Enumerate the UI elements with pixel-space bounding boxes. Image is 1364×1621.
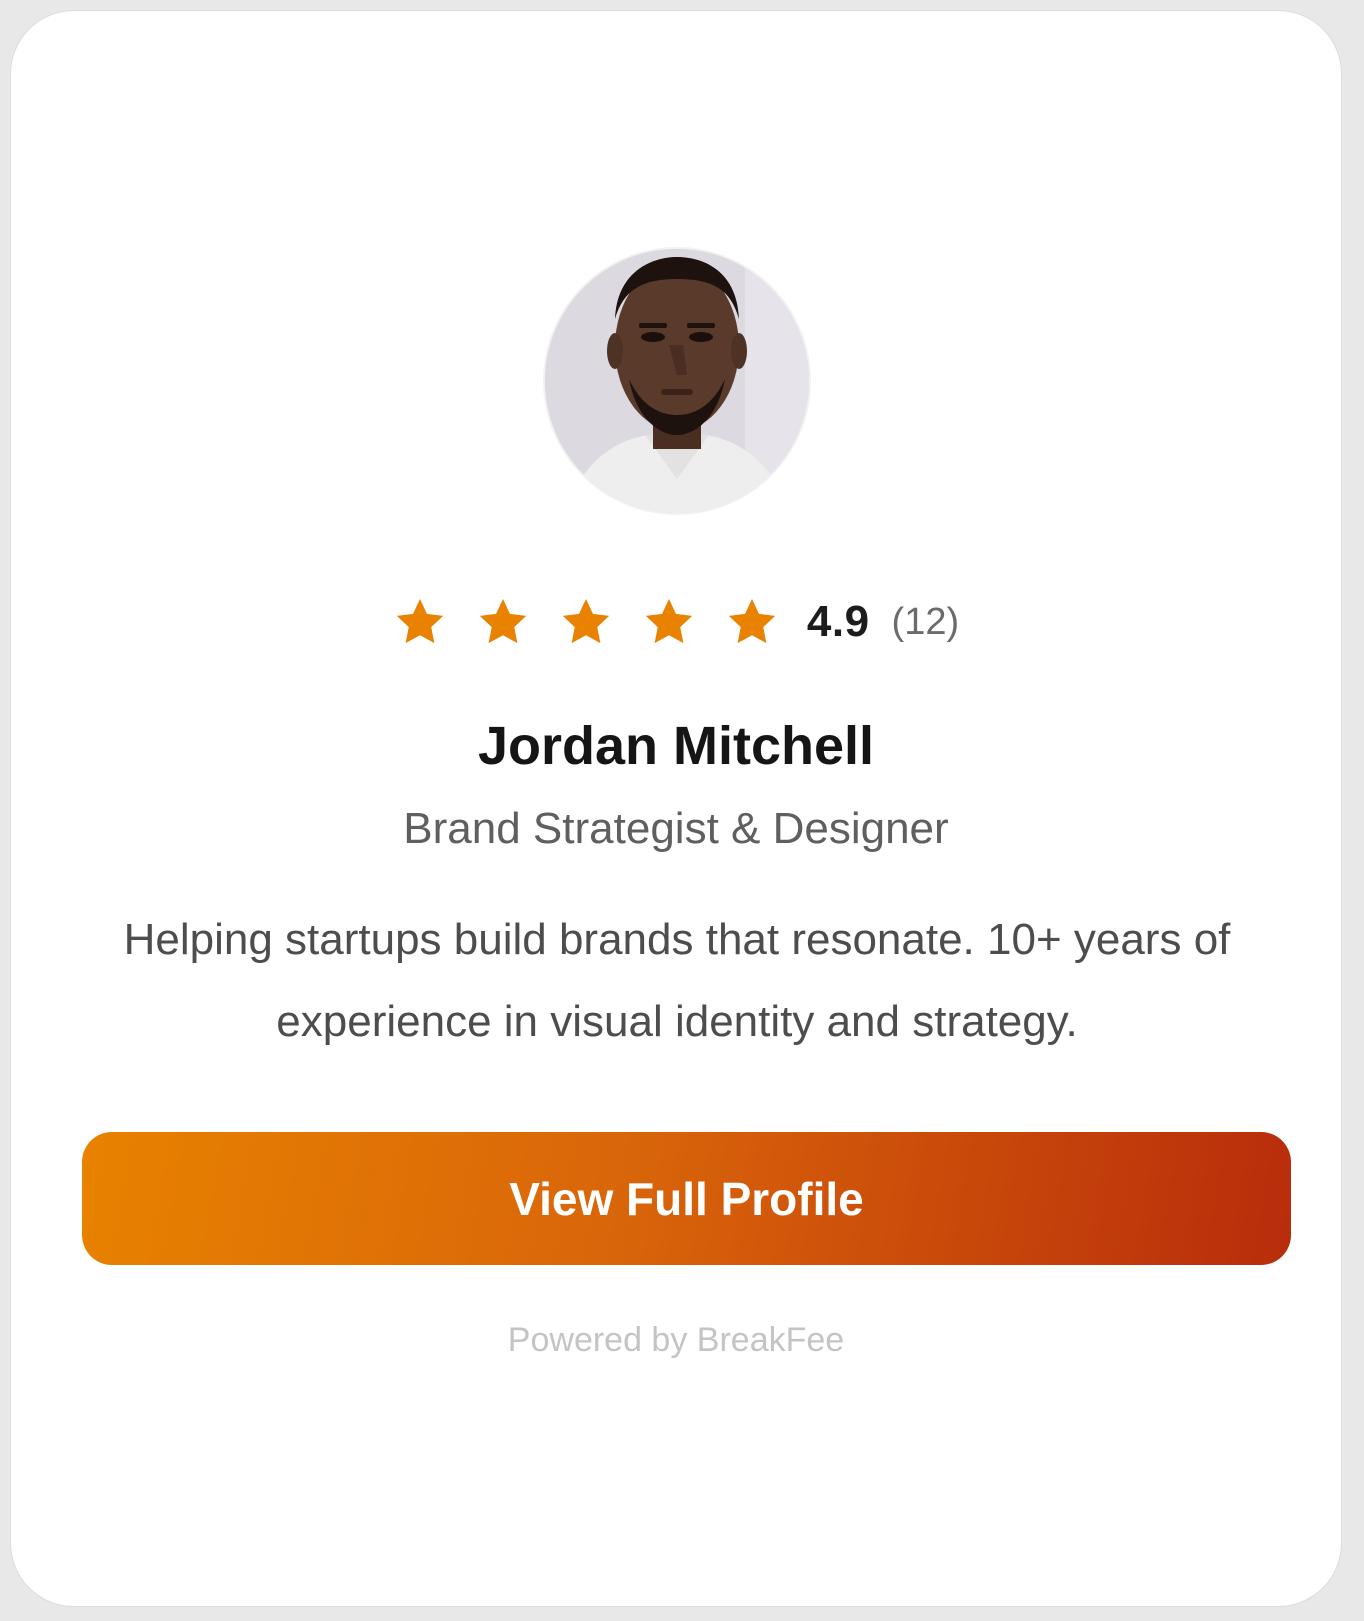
star-icon [479, 599, 527, 644]
avatar-image [545, 249, 809, 513]
profile-bio: Helping startups build brands that reson… [123, 915, 1231, 1046]
star-icon [396, 599, 444, 644]
rating-row: 4.9 (12) [11, 586, 1341, 658]
star-icon [645, 599, 693, 644]
rating-score: 4.9 [806, 597, 870, 646]
avatar [545, 249, 809, 513]
rating-count: (12) [891, 600, 960, 643]
star-rating [393, 595, 791, 649]
profile-card: 4.9 (12) Jordan Mitchell Brand Strategis… [10, 10, 1342, 1607]
star-icon [562, 599, 610, 644]
profile-name: Jordan Mitchell [477, 716, 875, 776]
powered-by-label: Powered by BreakFee [507, 1321, 845, 1359]
profile-title: Brand Strategist & Designer [403, 804, 949, 853]
view-full-profile-button[interactable]: View Full Profile [82, 1132, 1291, 1265]
star-icon [728, 599, 776, 644]
